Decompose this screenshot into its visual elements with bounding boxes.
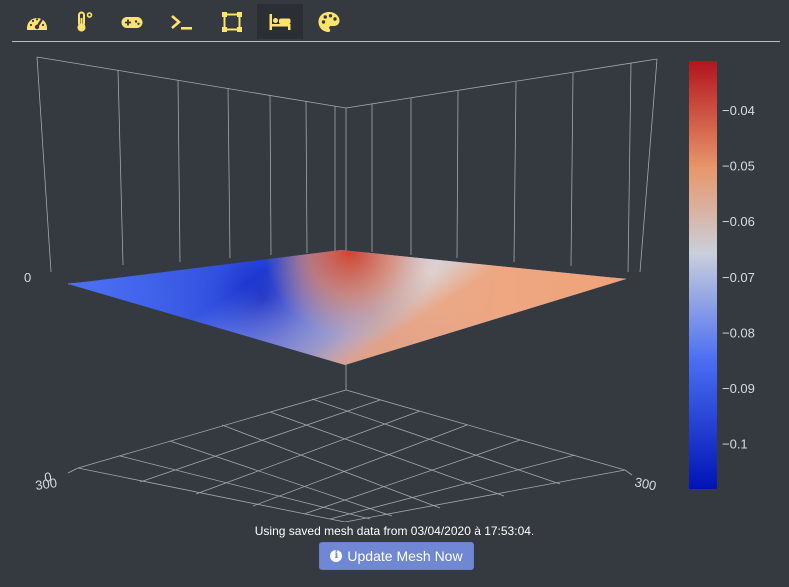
colorbar-tick-label: −0.05	[722, 159, 755, 174]
colorbar-gradient	[689, 61, 717, 489]
z-left-tick: 0	[24, 270, 31, 285]
colorbar: −0.04 −0.05 −0.06 −0.07 −0.08 −0.09 −0.1	[689, 61, 755, 489]
palette-icon	[318, 11, 340, 32]
bed-mesh-plot[interactable]: 300 0 300 0 −0.04−0.05−0.06−0.07−0.08−0.…	[0, 42, 789, 522]
colorbar-tick-label: −0.08	[722, 325, 755, 340]
y-overlap-tick: 0	[43, 469, 52, 485]
colorbar-tick-label: −0.1	[722, 437, 748, 452]
colorbar-tick-label: −0.04	[722, 103, 755, 118]
colorbar-tick-label: −0.06	[722, 214, 755, 229]
colorbar-tick-label: −0.09	[722, 381, 755, 396]
mesh-surface	[68, 250, 626, 365]
bed-icon	[269, 13, 291, 30]
tab-control[interactable]	[109, 4, 155, 39]
tab-terminal[interactable]	[159, 4, 205, 39]
gauge-icon	[27, 17, 47, 30]
info-circle-icon: i	[330, 550, 343, 562]
thermometer-icon	[77, 11, 93, 31]
tab-object[interactable]	[209, 4, 255, 39]
tab-theme[interactable]	[306, 4, 352, 39]
terminal-icon	[171, 14, 192, 30]
update-mesh-label: Update Mesh Now	[347, 548, 463, 564]
mesh-status-text: Using saved mesh data from 03/04/2020 à …	[254, 524, 535, 538]
tab-bed[interactable]	[257, 4, 303, 39]
tab-dashboard[interactable]	[14, 4, 60, 39]
colorbar-tick-label: −0.07	[722, 270, 755, 285]
update-mesh-button[interactable]: i Update Mesh Now	[319, 542, 474, 570]
tab-temperature[interactable]	[60, 4, 106, 39]
y-corner-tick: 300	[633, 474, 657, 493]
vector-square-icon	[222, 11, 242, 32]
top-nav	[12, 0, 780, 42]
gamepad-icon	[121, 16, 143, 28]
